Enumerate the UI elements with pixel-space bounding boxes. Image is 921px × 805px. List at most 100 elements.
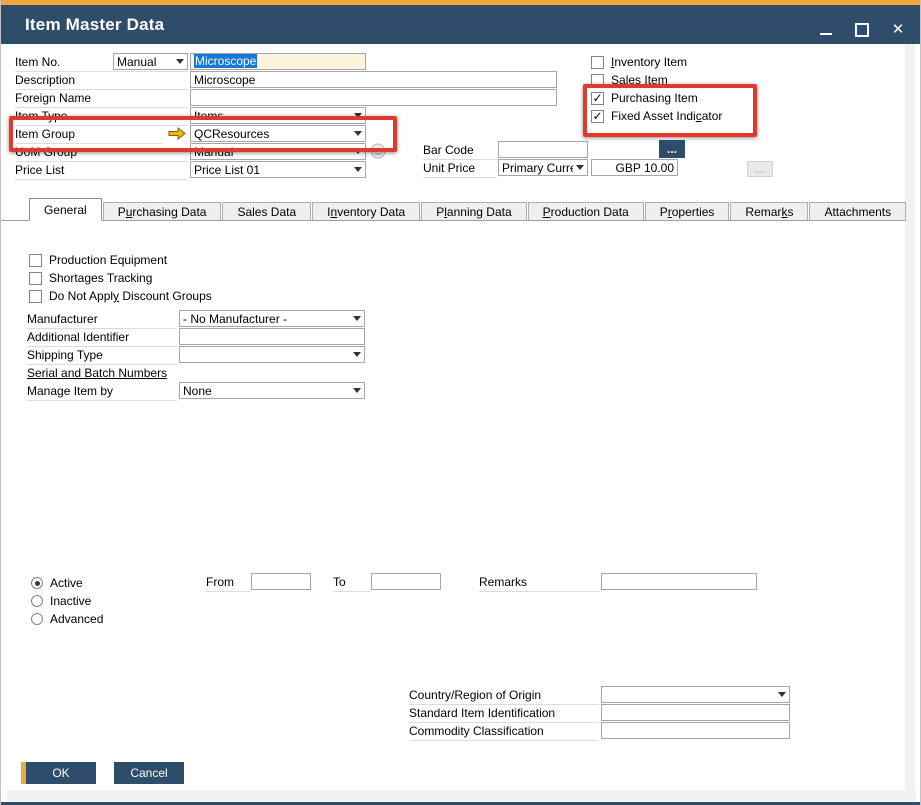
tab-general[interactable]: General <box>29 198 102 221</box>
checkbox-label: Purchasing Item <box>611 91 698 105</box>
window-controls: ✕ <box>818 10 906 49</box>
to-label: To <box>333 573 370 592</box>
chevron-down-icon <box>351 167 365 172</box>
tab-remarks[interactable]: Remarks <box>730 202 808 221</box>
cancel-button[interactable]: Cancel <box>114 762 184 784</box>
commodity-classification-input[interactable] <box>601 722 790 739</box>
radio-advanced[interactable]: Advanced <box>31 611 103 627</box>
checkbox-label: Production Equipment <box>49 253 167 267</box>
shipping-type-select[interactable] <box>179 346 365 363</box>
checkbox-box[interactable] <box>29 272 42 285</box>
checkbox-label: Do Not Apply Discount Groups <box>49 289 212 303</box>
additional-identifier-input[interactable] <box>179 328 365 345</box>
tab-attachments[interactable]: Attachments <box>809 202 906 221</box>
minimize-icon[interactable] <box>818 22 834 38</box>
tab-purchasing-data[interactable]: Purchasing Data <box>103 202 222 221</box>
remarks-label: Remarks <box>479 573 600 592</box>
chevron-down-icon <box>573 165 587 170</box>
chevron-down-icon <box>350 352 364 357</box>
price-list-label: Price List <box>15 161 187 180</box>
checkbox-box[interactable] <box>29 290 42 303</box>
chevron-down-icon <box>350 388 364 393</box>
item-group-select[interactable]: QCResources <box>190 125 366 142</box>
window-title: Item Master Data <box>25 15 164 35</box>
unit-price-browse-button[interactable]: ... <box>747 161 773 177</box>
checkbox-shortages-tracking[interactable]: Shortages Tracking <box>29 270 152 286</box>
link-arrow-icon[interactable] <box>167 126 187 141</box>
status-strip <box>7 790 916 801</box>
checkbox-label: Fixed Asset Indicator <box>611 109 722 123</box>
tab-inventory-data[interactable]: Inventory Data <box>312 202 420 221</box>
checkbox-do-not-apply-discount-groups[interactable]: Do Not Apply Discount Groups <box>29 288 212 304</box>
from-label: From <box>206 573 250 592</box>
radio-button[interactable] <box>31 613 43 625</box>
ok-button[interactable]: OK <box>21 762 96 784</box>
bar-code-input[interactable] <box>498 141 588 158</box>
unit-price-currency-select[interactable]: Primary Currency <box>498 159 588 176</box>
checkbox-purchasing-item[interactable]: ✓ Purchasing Item <box>591 90 698 106</box>
checkbox-box[interactable] <box>591 74 604 87</box>
bar-code-label: Bar Code <box>423 141 497 160</box>
to-input[interactable] <box>371 573 441 590</box>
radio-inactive[interactable]: Inactive <box>31 593 91 609</box>
chevron-down-icon <box>351 131 365 136</box>
tab-sales-data[interactable]: Sales Data <box>222 202 311 221</box>
price-list-select[interactable]: Price List 01 <box>190 161 366 178</box>
uom-list-icon[interactable] <box>369 142 387 160</box>
item-type-select[interactable]: Items <box>190 107 366 124</box>
radio-button[interactable] <box>31 577 43 589</box>
tab-production-data[interactable]: Production Data <box>528 202 644 221</box>
country-of-origin-select[interactable] <box>601 686 790 703</box>
item-no-mode-select[interactable]: Manual <box>113 53 188 70</box>
tab-planning-data[interactable]: Planning Data <box>421 202 526 221</box>
unit-price-label: Unit Price <box>423 159 497 178</box>
chevron-down-icon <box>173 59 187 64</box>
tab-properties[interactable]: Properties <box>645 202 730 221</box>
checkbox-sales-item[interactable]: Sales Item <box>591 72 668 88</box>
radio-active[interactable]: Active <box>31 575 83 591</box>
foreign-name-label: Foreign Name <box>15 89 187 108</box>
shipping-type-label: Shipping Type <box>27 346 177 365</box>
radio-label: Active <box>50 576 83 590</box>
checkbox-box[interactable] <box>591 56 604 69</box>
item-group-label: Item Group <box>15 125 163 144</box>
checkbox-production-equipment[interactable]: Production Equipment <box>29 252 167 268</box>
commodity-classification-label: Commodity Classification <box>409 722 599 741</box>
manufacturer-select[interactable]: - No Manufacturer - <box>179 310 365 327</box>
tab-bar: GeneralPurchasing DataSales DataInventor… <box>1 198 906 221</box>
radio-button[interactable] <box>31 595 43 607</box>
description-label: Description <box>15 71 187 90</box>
chevron-down-icon <box>351 149 365 154</box>
title-bar: Item Master Data ✕ <box>1 0 920 44</box>
uom-group-select[interactable]: Manual <box>190 143 366 160</box>
manufacturer-label: Manufacturer <box>27 310 177 329</box>
uom-group-label: UoM Group <box>15 143 187 162</box>
checkbox-label: Shortages Tracking <box>49 271 152 285</box>
remarks-input[interactable] <box>601 573 757 590</box>
radio-label: Advanced <box>50 612 103 626</box>
additional-identifier-label: Additional Identifier <box>27 328 177 347</box>
checkbox-box[interactable]: ✓ <box>591 110 604 123</box>
from-input[interactable] <box>251 573 311 590</box>
description-input[interactable] <box>190 71 557 88</box>
item-master-data-window: Item Master Data ✕ Item No. Manual Micro… <box>0 0 921 805</box>
manage-item-by-select[interactable]: None <box>179 382 365 399</box>
checkbox-box[interactable]: ✓ <box>591 92 604 105</box>
item-no-input[interactable]: Microscope <box>190 53 366 70</box>
chevron-down-icon <box>351 113 365 118</box>
checkbox-inventory-item[interactable]: Inventory Item <box>591 54 687 70</box>
foreign-name-input[interactable] <box>190 89 557 106</box>
content-right-margin <box>905 44 915 790</box>
standard-item-id-label: Standard Item Identification <box>409 704 599 723</box>
standard-item-id-input[interactable] <box>601 704 790 721</box>
checkbox-label: Sales Item <box>611 73 668 87</box>
checkbox-box[interactable] <box>29 254 42 267</box>
checkbox-fixed-asset-indicator[interactable]: ✓ Fixed Asset Indicator <box>591 108 722 124</box>
chevron-down-icon <box>775 692 789 697</box>
unit-price-input[interactable] <box>591 159 678 176</box>
bar-code-browse-button[interactable]: ... <box>659 140 685 158</box>
serial-batch-heading: Serial and Batch Numbers <box>27 366 167 380</box>
maximize-icon[interactable] <box>854 22 870 38</box>
close-icon[interactable]: ✕ <box>890 22 906 38</box>
chevron-down-icon <box>350 316 364 321</box>
